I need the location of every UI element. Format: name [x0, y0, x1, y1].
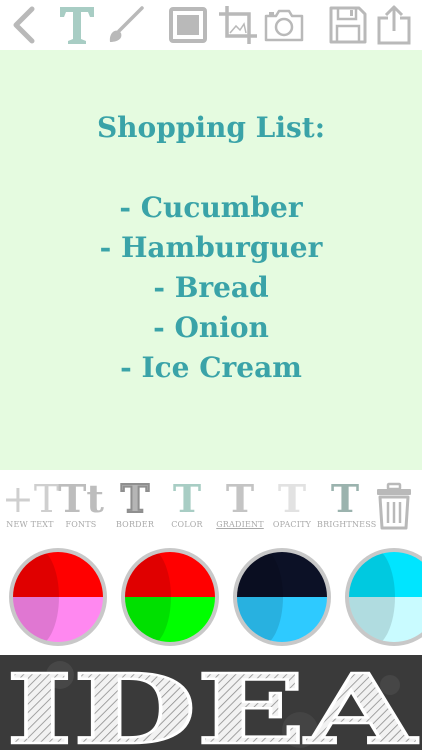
tool-label: COLOR [171, 520, 203, 529]
text-tool-button[interactable] [54, 0, 100, 50]
gradient-swatch[interactable] [345, 548, 422, 646]
swatch-circle [125, 552, 215, 642]
save-button[interactable] [326, 0, 370, 50]
border-frame-icon [169, 7, 207, 43]
tool-label: BORDER [115, 520, 155, 529]
back-icon [13, 6, 35, 44]
gradient-swatch[interactable] [233, 548, 331, 646]
tool-border[interactable]: T BORDER [107, 475, 163, 538]
gradient-swatches [0, 545, 422, 651]
gradient-swatch[interactable] [9, 548, 107, 646]
delete-text-button[interactable] [368, 476, 420, 538]
fonts-icon: Tt [58, 476, 104, 521]
tool-label: NEW TEXT [6, 520, 54, 529]
tool-fonts[interactable]: Tt FONTS [53, 476, 109, 538]
tool-label: OPACITY [272, 520, 312, 529]
list-item: - Bread [153, 271, 269, 304]
gradient-text-icon: T [225, 476, 255, 521]
save-icon [329, 6, 367, 44]
tool-color[interactable]: T COLOR [159, 476, 215, 538]
tool-label-selected: GRADIENT [216, 520, 264, 529]
crop-icon [219, 6, 257, 44]
swatch-circle [13, 552, 103, 642]
camera-icon [264, 9, 304, 42]
list-item: - Hamburguer [99, 231, 323, 264]
list-item: - Onion [153, 311, 269, 344]
canvas-title: Shopping List: [96, 111, 326, 144]
tool-label: BRIGHTNESS [317, 520, 377, 529]
share-icon [377, 5, 411, 45]
gradient-swatch[interactable] [121, 548, 219, 646]
opacity-text-icon: T [277, 476, 307, 521]
swatch-circle [349, 552, 422, 642]
color-text-icon: T [172, 476, 202, 521]
banner-text: IDEA [6, 655, 418, 750]
new-text-icon: +T [2, 477, 60, 521]
trash-icon [377, 482, 411, 530]
idea-banner: IDEA [0, 655, 422, 750]
border-text-icon: T [120, 475, 150, 522]
brush-tool-button[interactable] [104, 0, 146, 50]
back-button[interactable] [4, 0, 42, 50]
share-button[interactable] [372, 0, 416, 50]
camera-button[interactable] [262, 0, 306, 50]
chalkboard-banner: IDEA [0, 655, 422, 750]
canvas-text-block[interactable]: Shopping List: - Cucumber - Hamburguer -… [0, 108, 422, 388]
brightness-text-icon: T [330, 476, 360, 521]
text-icon [60, 7, 94, 44]
swatch-circle [237, 552, 327, 642]
text-tools-bar: +T NEW TEXT Tt FONTS T BORDER T COLOR T … [0, 475, 422, 538]
tool-label: FONTS [65, 520, 97, 529]
brush-icon [109, 6, 144, 42]
crop-tool-button[interactable] [216, 0, 260, 50]
border-tool-button[interactable] [166, 0, 210, 50]
top-toolbar [0, 0, 422, 50]
text-canvas[interactable]: Shopping List: - Cucumber - Hamburguer -… [0, 50, 422, 470]
list-item: - Ice Cream [120, 351, 302, 384]
tool-opacity[interactable]: T OPACITY [264, 476, 320, 538]
tool-gradient[interactable]: T GRADIENT [212, 476, 268, 538]
tool-new-text[interactable]: +T NEW TEXT [2, 476, 60, 538]
list-item: - Cucumber [119, 191, 303, 224]
tool-brightness[interactable]: T BRIGHTNESS [317, 476, 377, 538]
